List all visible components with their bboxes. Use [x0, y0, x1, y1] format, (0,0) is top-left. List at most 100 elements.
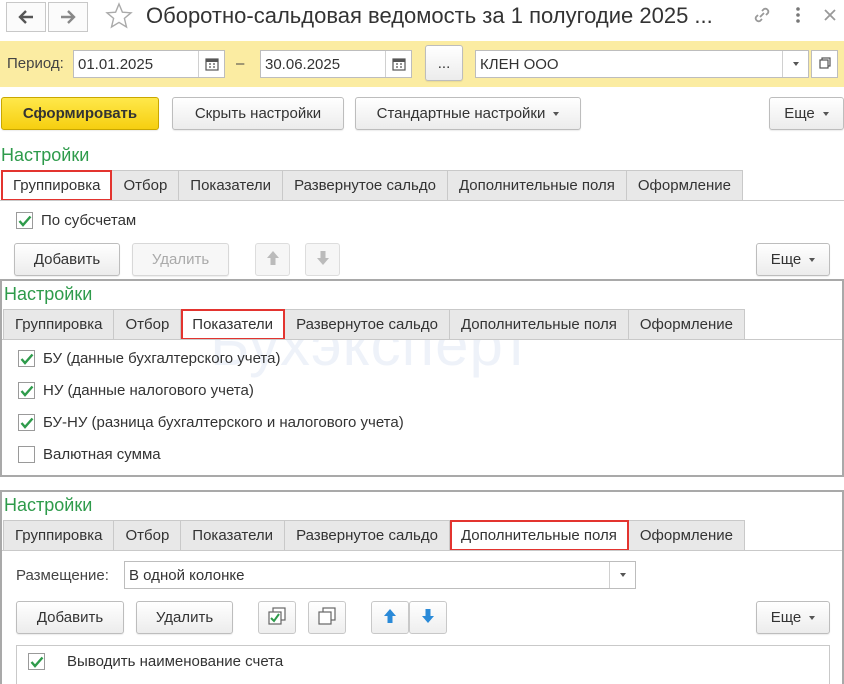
subaccounts-option[interactable]: По субсчетам: [16, 212, 136, 229]
arrow-up-icon: [383, 608, 397, 628]
more-label: Еще: [770, 251, 802, 268]
forward-button[interactable]: [48, 2, 88, 32]
tab-additional-fields[interactable]: Дополнительные поля: [447, 170, 627, 201]
open-window-icon: [818, 56, 831, 73]
period-bar: Период: 01.01.2025 – 30.06.2025 ... КЛЕН…: [0, 41, 844, 87]
move-up-button[interactable]: [255, 243, 290, 276]
delete-button[interactable]: Удалить: [132, 243, 229, 276]
section1-tabs: Группировка Отбор Показатели Развернутое…: [1, 170, 743, 201]
check-all-icon: [268, 606, 286, 629]
tab-appearance[interactable]: Оформление: [626, 170, 743, 201]
uncheck-all-icon: [318, 606, 336, 629]
chevron-down-icon: [809, 257, 816, 262]
tab-additional-fields[interactable]: Дополнительные поля: [449, 309, 629, 340]
check-all-button[interactable]: [258, 601, 296, 634]
indicator-label: Валютная сумма: [43, 446, 161, 463]
indicator-option-1[interactable]: НУ (данные налогового учета): [18, 382, 254, 399]
tab-filter[interactable]: Отбор: [114, 309, 182, 340]
period-to-value: 30.06.2025: [265, 55, 341, 73]
tab-filter[interactable]: Отбор: [112, 170, 180, 201]
tab-appearance[interactable]: Оформление: [628, 520, 745, 551]
subaccounts-label: По субсчетам: [41, 212, 137, 229]
checkbox[interactable]: [18, 414, 35, 431]
tab-indicators[interactable]: Показатели: [181, 309, 286, 340]
tab-detailed-balance[interactable]: Развернутое сальдо: [283, 170, 448, 201]
chevron-down-icon: [822, 111, 829, 116]
period-to-field[interactable]: 30.06.2025: [260, 50, 412, 78]
title-bar: Оборотно-сальдовая ведомость за 1 полуго…: [0, 0, 844, 36]
close-icon: [823, 8, 837, 26]
arrow-down-icon: [421, 608, 435, 628]
checkbox[interactable]: [16, 212, 33, 229]
arrow-right-icon: [59, 9, 77, 25]
indicator-label: НУ (данные налогового учета): [43, 382, 254, 399]
arrow-up-icon: [266, 250, 280, 270]
indicator-label: БУ (данные бухгалтерского учета): [43, 350, 281, 367]
section2-title: Настройки: [4, 284, 93, 304]
open-organization-button[interactable]: [811, 50, 838, 78]
tab-grouping[interactable]: Группировка: [3, 309, 115, 340]
back-button[interactable]: [6, 2, 46, 32]
chevron-down-icon[interactable]: [609, 562, 635, 588]
uncheck-all-button[interactable]: [308, 601, 346, 634]
move-down-button[interactable]: [409, 601, 447, 634]
chevron-down-icon[interactable]: [782, 51, 808, 77]
chevron-down-icon: [553, 111, 560, 116]
tab-detailed-balance[interactable]: Развернутое сальдо: [285, 309, 450, 340]
section2-tabs: Группировка Отбор Показатели Развернутое…: [3, 309, 745, 340]
tab-filter[interactable]: Отбор: [114, 520, 182, 551]
divider: [2, 550, 842, 551]
hide-settings-button[interactable]: Скрыть настройки: [172, 97, 344, 130]
tab-grouping[interactable]: Группировка: [1, 170, 113, 201]
more-options-button[interactable]: [786, 5, 810, 29]
section3-more-button[interactable]: Еще: [756, 601, 830, 634]
chevron-down-icon: [809, 615, 816, 620]
section1-title: Настройки: [1, 145, 90, 165]
tab-additional-fields[interactable]: Дополнительные поля: [449, 520, 629, 551]
checkbox[interactable]: [18, 350, 35, 367]
more-button[interactable]: Еще: [769, 97, 844, 130]
calendar-icon[interactable]: [198, 51, 224, 77]
indicator-option-2[interactable]: БУ-НУ (разница бухгалтерского и налогово…: [18, 414, 404, 431]
delete-button[interactable]: Удалить: [136, 601, 233, 634]
divider: [2, 339, 842, 340]
period-from-value: 01.01.2025: [78, 55, 154, 73]
list-item[interactable]: Выводить наименование счета: [28, 653, 283, 670]
period-select-button[interactable]: ...: [425, 45, 463, 81]
checkbox[interactable]: [28, 653, 45, 670]
standard-settings-button[interactable]: Стандартные настройки: [355, 97, 581, 130]
tab-indicators[interactable]: Показатели: [179, 170, 284, 201]
standard-settings-label: Стандартные настройки: [376, 105, 546, 122]
tab-indicators[interactable]: Показатели: [181, 520, 286, 551]
indicator-option-0[interactable]: БУ (данные бухгалтерского учета): [18, 350, 280, 367]
organization-field[interactable]: КЛЕН ООО: [475, 50, 809, 78]
tab-appearance[interactable]: Оформление: [628, 309, 745, 340]
generate-button[interactable]: Сформировать: [1, 97, 159, 130]
arrow-down-icon: [316, 250, 330, 270]
divider: [0, 200, 844, 201]
calendar-icon[interactable]: [385, 51, 411, 77]
placement-select[interactable]: В одной колонке: [124, 561, 636, 589]
checkbox[interactable]: [18, 446, 35, 463]
tab-detailed-balance[interactable]: Развернутое сальдо: [285, 520, 450, 551]
placement-value: В одной колонке: [129, 566, 245, 584]
move-down-button[interactable]: [305, 243, 340, 276]
section1-more-button[interactable]: Еще: [756, 243, 830, 276]
section3-title: Настройки: [4, 495, 93, 515]
checkbox[interactable]: [18, 382, 35, 399]
favorite-button[interactable]: [104, 2, 134, 33]
section3-tabs: Группировка Отбор Показатели Развернутое…: [3, 520, 745, 551]
add-button[interactable]: Добавить: [14, 243, 120, 276]
arrow-left-icon: [17, 9, 35, 25]
period-from-field[interactable]: 01.01.2025: [73, 50, 225, 78]
link-button[interactable]: [750, 5, 774, 29]
period-label: Период:: [7, 55, 64, 72]
more-vertical-icon: [795, 6, 801, 28]
tab-grouping[interactable]: Группировка: [3, 520, 115, 551]
indicator-option-3[interactable]: Валютная сумма: [18, 446, 161, 463]
close-button[interactable]: [818, 5, 842, 29]
move-up-button[interactable]: [371, 601, 409, 634]
add-button[interactable]: Добавить: [16, 601, 124, 634]
list-item-label: Выводить наименование счета: [67, 653, 284, 670]
page-title: Оборотно-сальдовая ведомость за 1 полуго…: [146, 3, 713, 28]
